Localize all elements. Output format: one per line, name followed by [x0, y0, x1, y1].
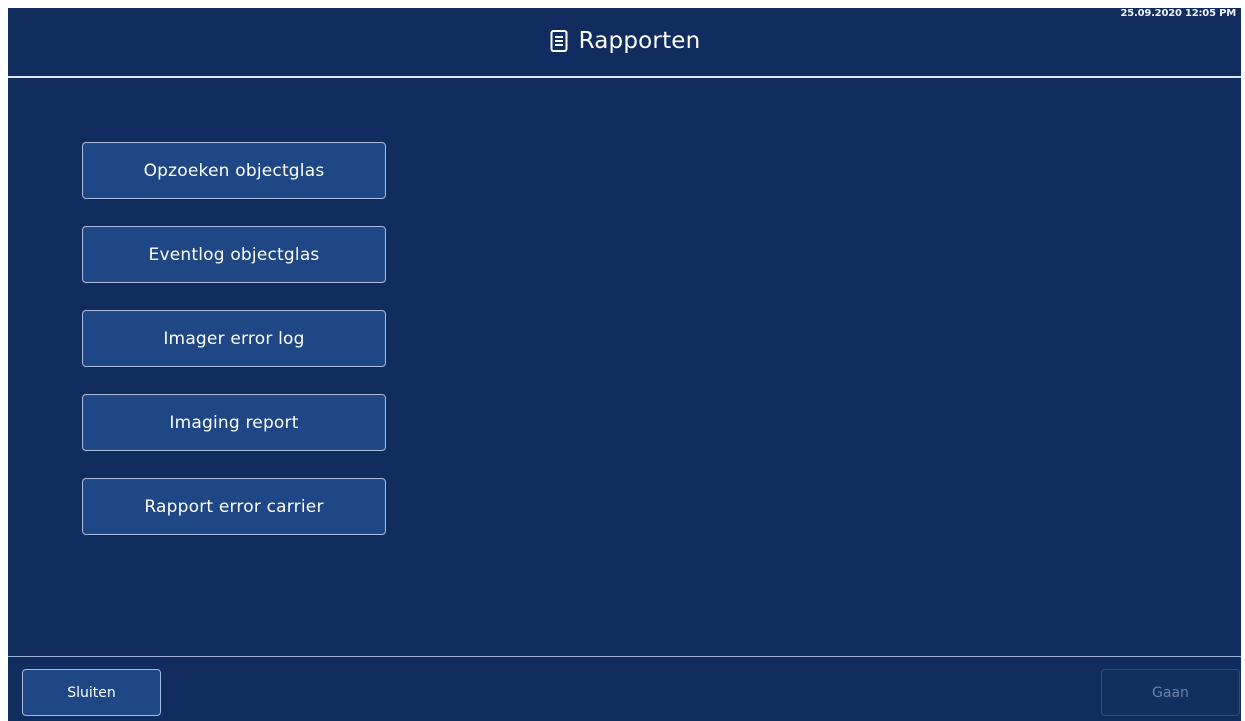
- timestamp: 25.09.2020 12:05 PM: [1120, 8, 1236, 19]
- footer-divider: [8, 656, 1241, 657]
- go-button[interactable]: Gaan: [1101, 669, 1240, 716]
- close-button[interactable]: Sluiten: [22, 669, 161, 716]
- page-title: Rapporten: [578, 28, 701, 54]
- rapport-error-carrier-button[interactable]: Rapport error carrier: [82, 478, 386, 535]
- imaging-report-button[interactable]: Imaging report: [82, 394, 386, 451]
- header-title-group: Rapporten: [549, 28, 701, 54]
- opzoeken-objectglas-button[interactable]: Opzoeken objectglas: [82, 142, 386, 199]
- document-icon: [549, 29, 569, 53]
- report-menu: Opzoeken objectglas Eventlog objectglas …: [82, 142, 386, 562]
- eventlog-objectglas-button[interactable]: Eventlog objectglas: [82, 226, 386, 283]
- header-divider: [8, 76, 1241, 78]
- reports-screen: Rapporten 25.09.2020 12:05 PM Opzoeken o…: [8, 8, 1241, 721]
- header: Rapporten 25.09.2020 12:05 PM: [8, 8, 1241, 76]
- imager-error-log-button[interactable]: Imager error log: [82, 310, 386, 367]
